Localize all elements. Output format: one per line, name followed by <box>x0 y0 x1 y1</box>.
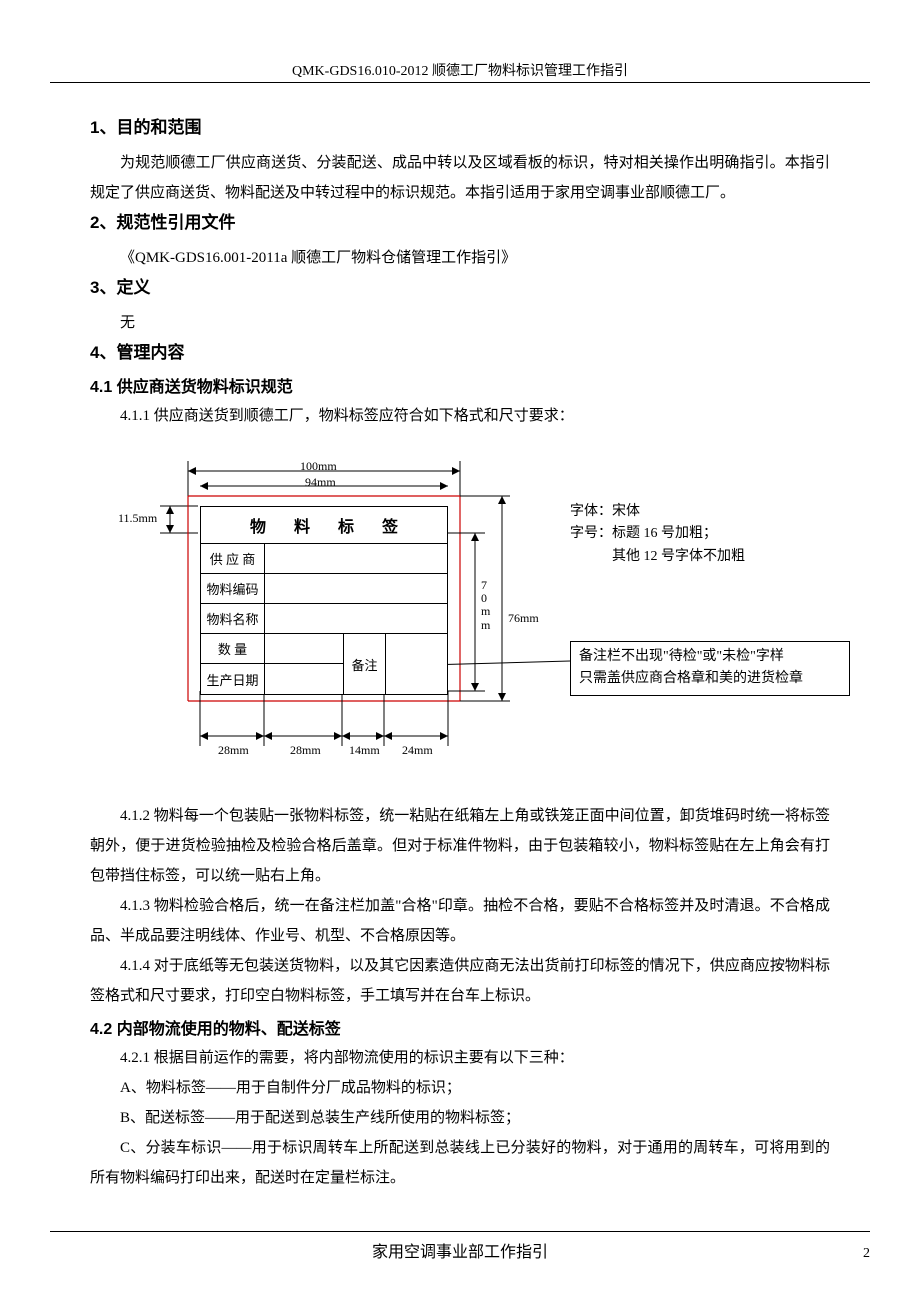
sec2-title: 2、规范性引用文件 <box>90 208 830 233</box>
remark-note-l2: 只需盖供应商合格章和美的进货检章 <box>579 668 841 690</box>
label-row-code: 物料编码 <box>201 574 265 603</box>
sec42-title: 4.2 内部物流使用的物料、配送标签 <box>90 1015 830 1039</box>
font-note: 字体：宋体 字号：标题 16 号加粗； 其他 12 号字体不加粗 <box>570 501 745 568</box>
dim-76mm: 76mm <box>508 611 539 626</box>
sec413: 4.1.3 物料检验合格后，统一在备注栏加盖"合格"印章。抽检不合格，要贴不合格… <box>90 891 830 951</box>
footer-rule <box>50 1231 870 1232</box>
dim-94mm: 94mm <box>305 475 336 490</box>
dim-11-5mm: 11.5mm <box>118 511 157 526</box>
sec411: 4.1.1 供应商送货到顺德工厂，物料标签应符合如下格式和尺寸要求： <box>90 401 830 431</box>
font-note-line3: 其他 12 号字体不加粗 <box>570 546 745 568</box>
sec414: 4.1.4 对于底纸等无包装送货物料，以及其它因素造供应商无法出货前打印标签的情… <box>90 951 830 1011</box>
footer-title: 家用空调事业部工作指引 <box>80 1238 840 1262</box>
dim-b2: 28mm <box>290 743 321 758</box>
font-note-l2b: 标题 16 号加粗； <box>612 526 717 541</box>
remark-note-box: 备注栏不出现"待检"或"未检"字样 只需盖供应商合格章和美的进货检章 <box>570 641 850 696</box>
sec42b: B、配送标签——用于配送到总装生产线所使用的物料标签； <box>90 1103 830 1133</box>
page-header: QMK-GDS16.010-2012 顺德工厂物料标识管理工作指引 <box>50 60 870 80</box>
dim70-2: 0 <box>481 591 487 605</box>
sec2-ref: 《QMK-GDS16.001-2011a 顺德工厂物料仓储管理工作指引》 <box>90 243 830 273</box>
label-sample-title: 物 料 标 签 <box>201 507 447 544</box>
sec3-body: 无 <box>90 308 830 338</box>
remark-note-l1: 备注栏不出现"待检"或"未检"字样 <box>579 646 841 668</box>
font-note-line1: 字体：宋体 <box>570 501 745 523</box>
sec1-title: 1、目的和范围 <box>90 113 830 138</box>
dim-100mm: 100mm <box>300 459 337 474</box>
dim70-4: m <box>481 618 490 632</box>
sec421: 4.2.1 根据目前运作的需要，将内部物流使用的标识主要有以下三种： <box>90 1043 830 1073</box>
dim70-3: m <box>481 604 490 618</box>
sec1-para: 为规范顺德工厂供应商送货、分装配送、成品中转以及区域看板的标识，特对相关操作出明… <box>90 148 830 208</box>
dim-b1: 28mm <box>218 743 249 758</box>
sec41-title: 4.1 供应商送货物料标识规范 <box>90 373 830 397</box>
font-note-prefix: 字号： <box>570 526 612 541</box>
sec42a: A、物料标签——用于自制件分厂成品物料的标识； <box>90 1073 830 1103</box>
label-row-qty: 数 量 <box>201 634 265 663</box>
label-remark-header: 备注 <box>343 634 385 694</box>
content: 1、目的和范围 为规范顺德工厂供应商送货、分装配送、成品中转以及区域看板的标识，… <box>50 113 870 1193</box>
header-rule <box>50 82 870 83</box>
dim-70mm: 7 0 m m <box>481 579 490 632</box>
material-label-sample: 物 料 标 签 供 应 商 物料编码 物料名称 数 量 <box>200 506 448 695</box>
label-diagram: 100mm 94mm 11.5mm 7 0 m m 76mm 28mm 28mm… <box>90 451 910 791</box>
page-footer: 家用空调事业部工作指引 2 <box>50 1231 870 1262</box>
dim-b3: 14mm <box>349 743 380 758</box>
label-row-date: 生产日期 <box>201 664 265 694</box>
sec412: 4.1.2 物料每一个包装贴一张物料标签，统一粘贴在纸箱左上角或铁笼正面中间位置… <box>90 801 830 891</box>
font-note-line2: 字号：标题 16 号加粗； <box>570 523 745 545</box>
dim-b4: 24mm <box>402 743 433 758</box>
sec4-title: 4、管理内容 <box>90 338 830 363</box>
sec42c: C、分装车标识——用于标识周转车上所配送到总装线上已分装好的物料，对于通用的周转… <box>90 1133 830 1193</box>
dim70-1: 7 <box>481 578 487 592</box>
sec3-title: 3、定义 <box>90 273 830 298</box>
label-remark-cell <box>385 634 447 694</box>
label-row-name: 物料名称 <box>201 604 265 633</box>
label-row-supplier: 供 应 商 <box>201 544 265 573</box>
page-number: 2 <box>840 1246 870 1262</box>
